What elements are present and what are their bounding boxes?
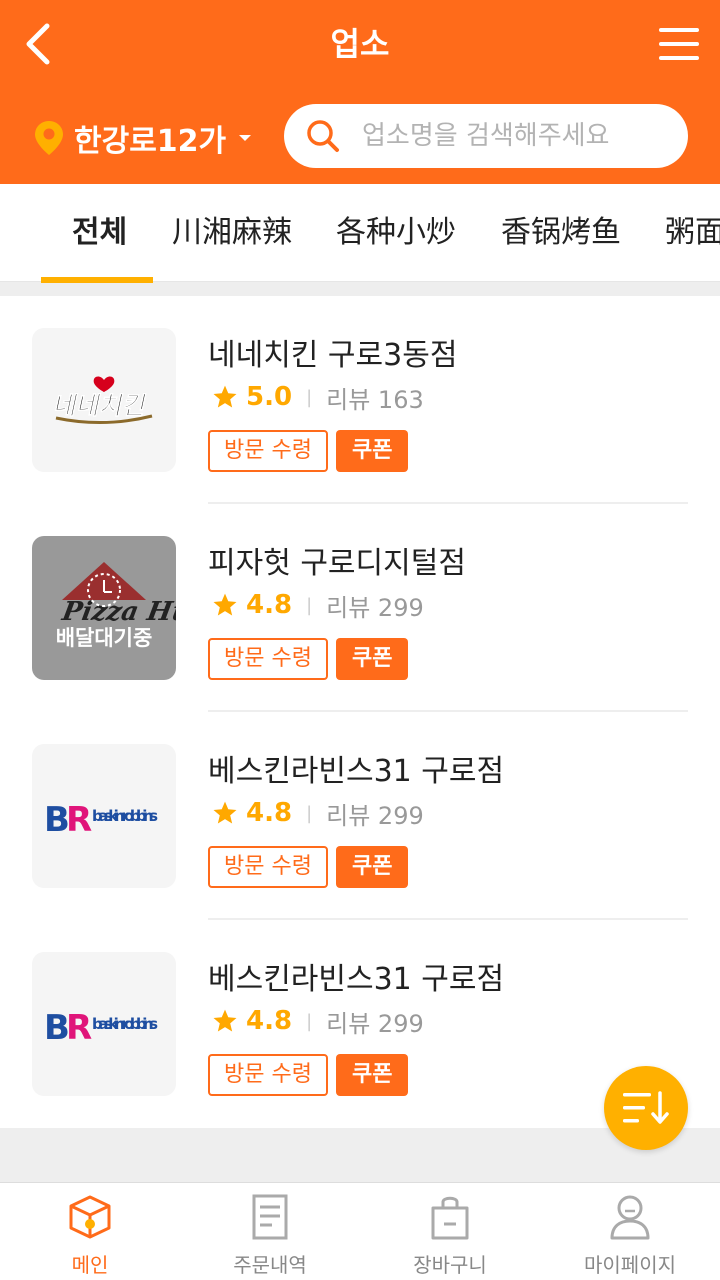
coupon-badge: 쿠폰 [335, 1054, 409, 1096]
coupon-badge: 쿠폰 [335, 846, 409, 888]
review-count: 리뷰 163 [326, 385, 424, 414]
svg-text:네네치킨: 네네치킨 [51, 391, 149, 420]
pizza-hut-logo: Pizza Hut [59, 562, 176, 627]
store-name: 베스킨라빈스31 구로점 [208, 754, 505, 789]
store-item[interactable]: Pizza Hut 배달대기중 피자헛 구로디지털점 4.8 | 리뷰 299 … [0, 504, 720, 712]
page-title: 업소 [330, 25, 390, 63]
search-input[interactable] [362, 121, 652, 151]
search-icon [306, 119, 340, 153]
status-overlay: 배달대기중 [55, 626, 153, 650]
store-rating: 4.8 | 리뷰 299 [212, 588, 424, 622]
store-rating: 4.8 | 리뷰 299 [212, 1004, 424, 1038]
separator: | [306, 1010, 313, 1032]
separator: | [306, 802, 313, 824]
box-icon [0, 1191, 180, 1243]
rating-score: 4.8 [246, 590, 293, 620]
store-name: 베스킨라빈스31 구로점 [208, 962, 505, 997]
tab-category-1[interactable]: 川湘麻辣 [172, 184, 292, 281]
category-tabs: 전체 川湘麻辣 各种小炒 香锅烤鱼 粥面 [0, 184, 720, 282]
location-selector[interactable]: 한강로12가 [34, 112, 252, 164]
store-name: 피자헛 구로디지털점 [208, 546, 466, 581]
app-header: 업소 한강로12가 [0, 0, 720, 184]
tab-all[interactable]: 전체 [72, 184, 127, 281]
nav-cart[interactable]: 장바구니 [360, 1183, 540, 1280]
menu-button[interactable] [652, 18, 706, 70]
store-rating: 4.8 | 리뷰 299 [212, 796, 424, 830]
caret-down-icon [238, 133, 252, 143]
store-tags: 방문 수령 쿠폰 [208, 430, 409, 472]
store-logo: 네네치킨 [32, 328, 176, 472]
baskin-robbins-logo: B R baskin robbins [44, 800, 158, 840]
pickup-badge: 방문 수령 [208, 430, 328, 472]
rating-score: 4.8 [246, 1006, 293, 1036]
sort-icon [623, 1091, 669, 1124]
nav-label: 장바구니 [413, 1253, 487, 1277]
review-count: 리뷰 299 [326, 801, 424, 830]
store-tags: 방문 수령 쿠폰 [208, 638, 409, 680]
bag-icon [360, 1191, 540, 1243]
user-icon [540, 1191, 720, 1243]
hamburger-icon [659, 28, 699, 60]
rating-score: 5.0 [246, 382, 293, 412]
nav-label: 마이페이지 [584, 1253, 676, 1277]
nav-mypage[interactable]: 마이페이지 [540, 1183, 720, 1280]
star-icon [213, 801, 237, 824]
store-rating: 5.0 | 리뷰 163 [212, 380, 424, 414]
store-tags: 방문 수령 쿠폰 [208, 1054, 409, 1096]
store-tags: 방문 수령 쿠폰 [208, 846, 409, 888]
store-list: 네네치킨 네네치킨 구로3동점 5.0 | 리뷰 163 방문 수령 쿠폰 Pi… [0, 296, 720, 1128]
rating-score: 4.8 [246, 798, 293, 828]
search-box[interactable] [284, 104, 688, 168]
svg-text:baskin robbins: baskin robbins [92, 807, 158, 825]
star-icon [213, 593, 237, 616]
svg-text:baskin robbins: baskin robbins [92, 1015, 158, 1033]
store-logo: Pizza Hut 배달대기중 [32, 536, 176, 680]
pickup-badge: 방문 수령 [208, 1054, 328, 1096]
receipt-icon [180, 1191, 360, 1243]
coupon-badge: 쿠폰 [335, 430, 409, 472]
star-icon [213, 385, 237, 408]
store-item[interactable]: B R baskin robbins 베스킨라빈스31 구로점 4.8 | 리뷰… [0, 712, 720, 920]
nav-label: 주문내역 [233, 1253, 307, 1277]
bottom-nav: 메인 주문내역 장바구니 마이페이지 [0, 1182, 720, 1280]
baskin-robbins-logo: B R baskin robbins [44, 1008, 158, 1048]
location-label: 한강로12가 [74, 124, 227, 159]
store-logo: B R baskin robbins [32, 952, 176, 1096]
pickup-badge: 방문 수령 [208, 638, 328, 680]
tab-category-3[interactable]: 香锅烤鱼 [501, 184, 621, 281]
svg-text:R: R [66, 800, 92, 840]
store-logo: B R baskin robbins [32, 744, 176, 888]
separator: | [306, 594, 313, 616]
sort-button[interactable] [604, 1066, 688, 1150]
svg-text:R: R [66, 1008, 92, 1048]
pickup-badge: 방문 수령 [208, 846, 328, 888]
review-count: 리뷰 299 [326, 593, 424, 622]
tab-category-4[interactable]: 粥面 [665, 184, 720, 281]
coupon-badge: 쿠폰 [335, 638, 409, 680]
nav-label: 메인 [71, 1253, 109, 1277]
nav-main[interactable]: 메인 [0, 1183, 180, 1280]
tab-category-2[interactable]: 各种小炒 [336, 184, 456, 281]
review-count: 리뷰 299 [326, 1009, 424, 1038]
store-item[interactable]: 네네치킨 네네치킨 구로3동점 5.0 | 리뷰 163 방문 수령 쿠폰 [0, 296, 720, 504]
nene-chicken-logo: 네네치킨 [51, 376, 153, 424]
separator: | [306, 386, 313, 408]
nav-orders[interactable]: 주문내역 [180, 1183, 360, 1280]
store-name: 네네치킨 구로3동점 [208, 338, 458, 373]
star-icon [213, 1009, 237, 1032]
active-tab-indicator [41, 277, 153, 283]
location-pin-icon [34, 120, 64, 156]
